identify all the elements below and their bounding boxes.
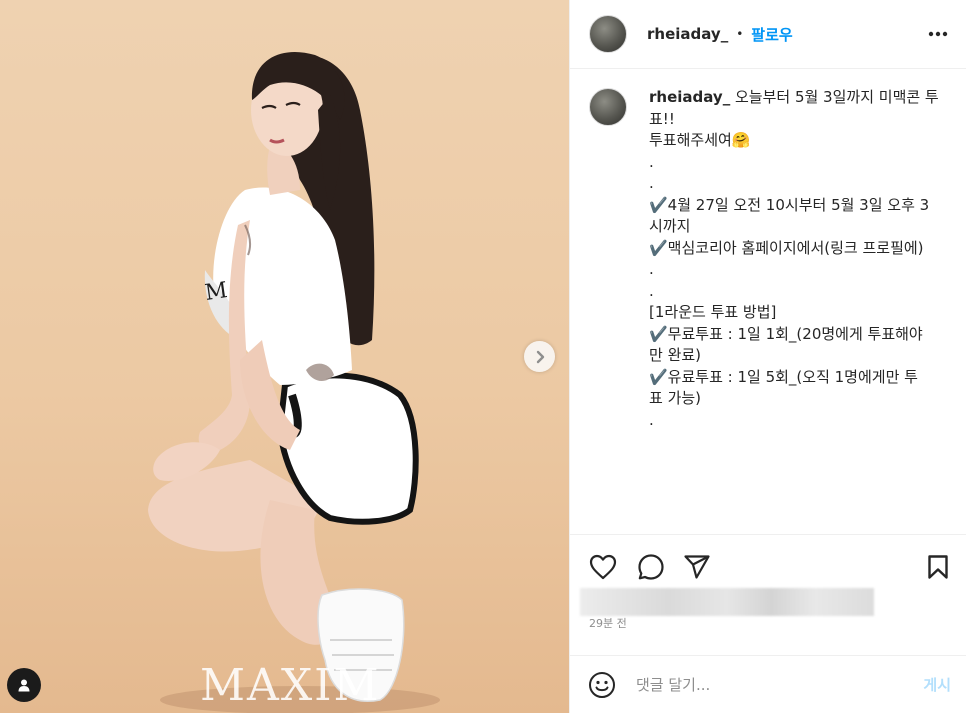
post-side-panel: rheiaday_ • 팔로우 rheiaday_ 오늘부터 5월 3일까지 미… — [569, 0, 966, 713]
next-image-button[interactable] — [524, 341, 555, 372]
save-button[interactable] — [923, 552, 953, 582]
header-username[interactable]: rheiaday_ — [647, 25, 728, 43]
caption-avatar[interactable] — [589, 88, 627, 126]
more-horizontal-icon — [928, 31, 948, 37]
avatar[interactable] — [589, 15, 627, 53]
post-photo: M — [148, 52, 440, 713]
action-bar — [570, 545, 966, 589]
tagged-users-button[interactable] — [7, 668, 41, 702]
share-button[interactable] — [682, 552, 712, 582]
like-button[interactable] — [588, 552, 618, 582]
post-comment-button[interactable]: 게시 — [923, 674, 951, 695]
follow-button[interactable]: 팔로우 — [751, 24, 792, 45]
watermark-logo: MAXIM — [200, 660, 381, 711]
caption: rheiaday_ 오늘부터 5월 3일까지 미맥콘 투표!! 투표해주세여🤗 … — [649, 87, 939, 534]
comment-input[interactable] — [636, 675, 924, 694]
more-options-button[interactable] — [926, 22, 950, 46]
caption-body: 오늘부터 5월 3일까지 미맥콘 투표!! 투표해주세여🤗 . . ✔️4월 2… — [649, 88, 939, 429]
caption-username[interactable]: rheiaday_ — [649, 88, 730, 106]
emoji-smile-icon — [589, 671, 615, 698]
svg-text:M: M — [203, 278, 229, 306]
user-tag-icon — [18, 679, 30, 692]
emoji-button[interactable] — [588, 671, 616, 699]
bookmark-icon — [928, 555, 948, 579]
heart-icon — [589, 554, 617, 580]
comment-button[interactable] — [636, 552, 666, 582]
separator-dot: • — [736, 27, 744, 41]
chevron-right-icon — [536, 350, 544, 363]
post-media[interactable]: M MAXIM — [0, 0, 569, 713]
caption-section[interactable]: rheiaday_ 오늘부터 5월 3일까지 미맥콘 투표!! 투표해주세여🤗 … — [570, 69, 966, 535]
comment-box: 게시 — [570, 655, 966, 713]
likes-redacted — [580, 588, 874, 616]
post-header: rheiaday_ • 팔로우 — [570, 0, 966, 69]
post-timestamp[interactable]: 29분 전 — [589, 615, 627, 631]
paper-plane-icon — [684, 555, 710, 579]
comment-bubble-icon — [638, 554, 664, 580]
